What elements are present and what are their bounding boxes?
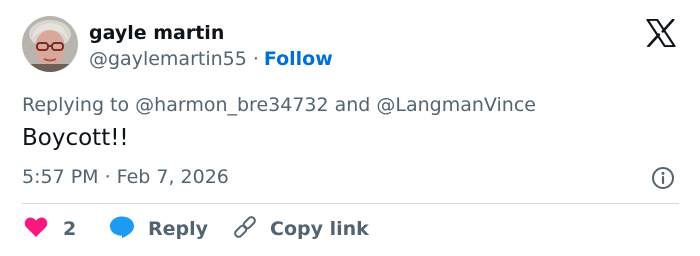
timestamp[interactable]: 5:57 PM · Feb 7, 2026: [22, 166, 229, 188]
reply-button[interactable]: Reply: [109, 214, 208, 244]
info-icon[interactable]: [651, 166, 675, 190]
copy-link-button[interactable]: Copy link: [232, 214, 369, 244]
tweet-card: gayle martin @gaylemartin55 · Follow Reply…: [0, 0, 700, 256]
author-handle-row: @gaylemartin55 · Follow: [89, 48, 333, 70]
separator-dot: ·: [252, 48, 259, 70]
avatar-photo: [22, 16, 78, 72]
divider: [22, 203, 679, 204]
avatar[interactable]: [22, 16, 78, 72]
heart-icon: [24, 216, 48, 242]
author-display-name[interactable]: gayle martin: [89, 22, 224, 44]
tweet-text: Boycott!!: [22, 125, 129, 151]
speech-bubble-icon: [109, 215, 135, 243]
author-handle[interactable]: @gaylemartin55: [89, 48, 247, 70]
like-count: 2: [63, 218, 77, 240]
follow-button[interactable]: Follow: [264, 48, 333, 70]
copy-link-label: Copy link: [270, 218, 369, 240]
like-button[interactable]: 2: [24, 214, 76, 244]
x-logo-icon[interactable]: [646, 18, 676, 48]
link-icon: [232, 214, 258, 244]
reply-label: Reply: [148, 218, 209, 240]
reply-context: Replying to @harmon_bre34732 and @Langma…: [22, 94, 536, 116]
